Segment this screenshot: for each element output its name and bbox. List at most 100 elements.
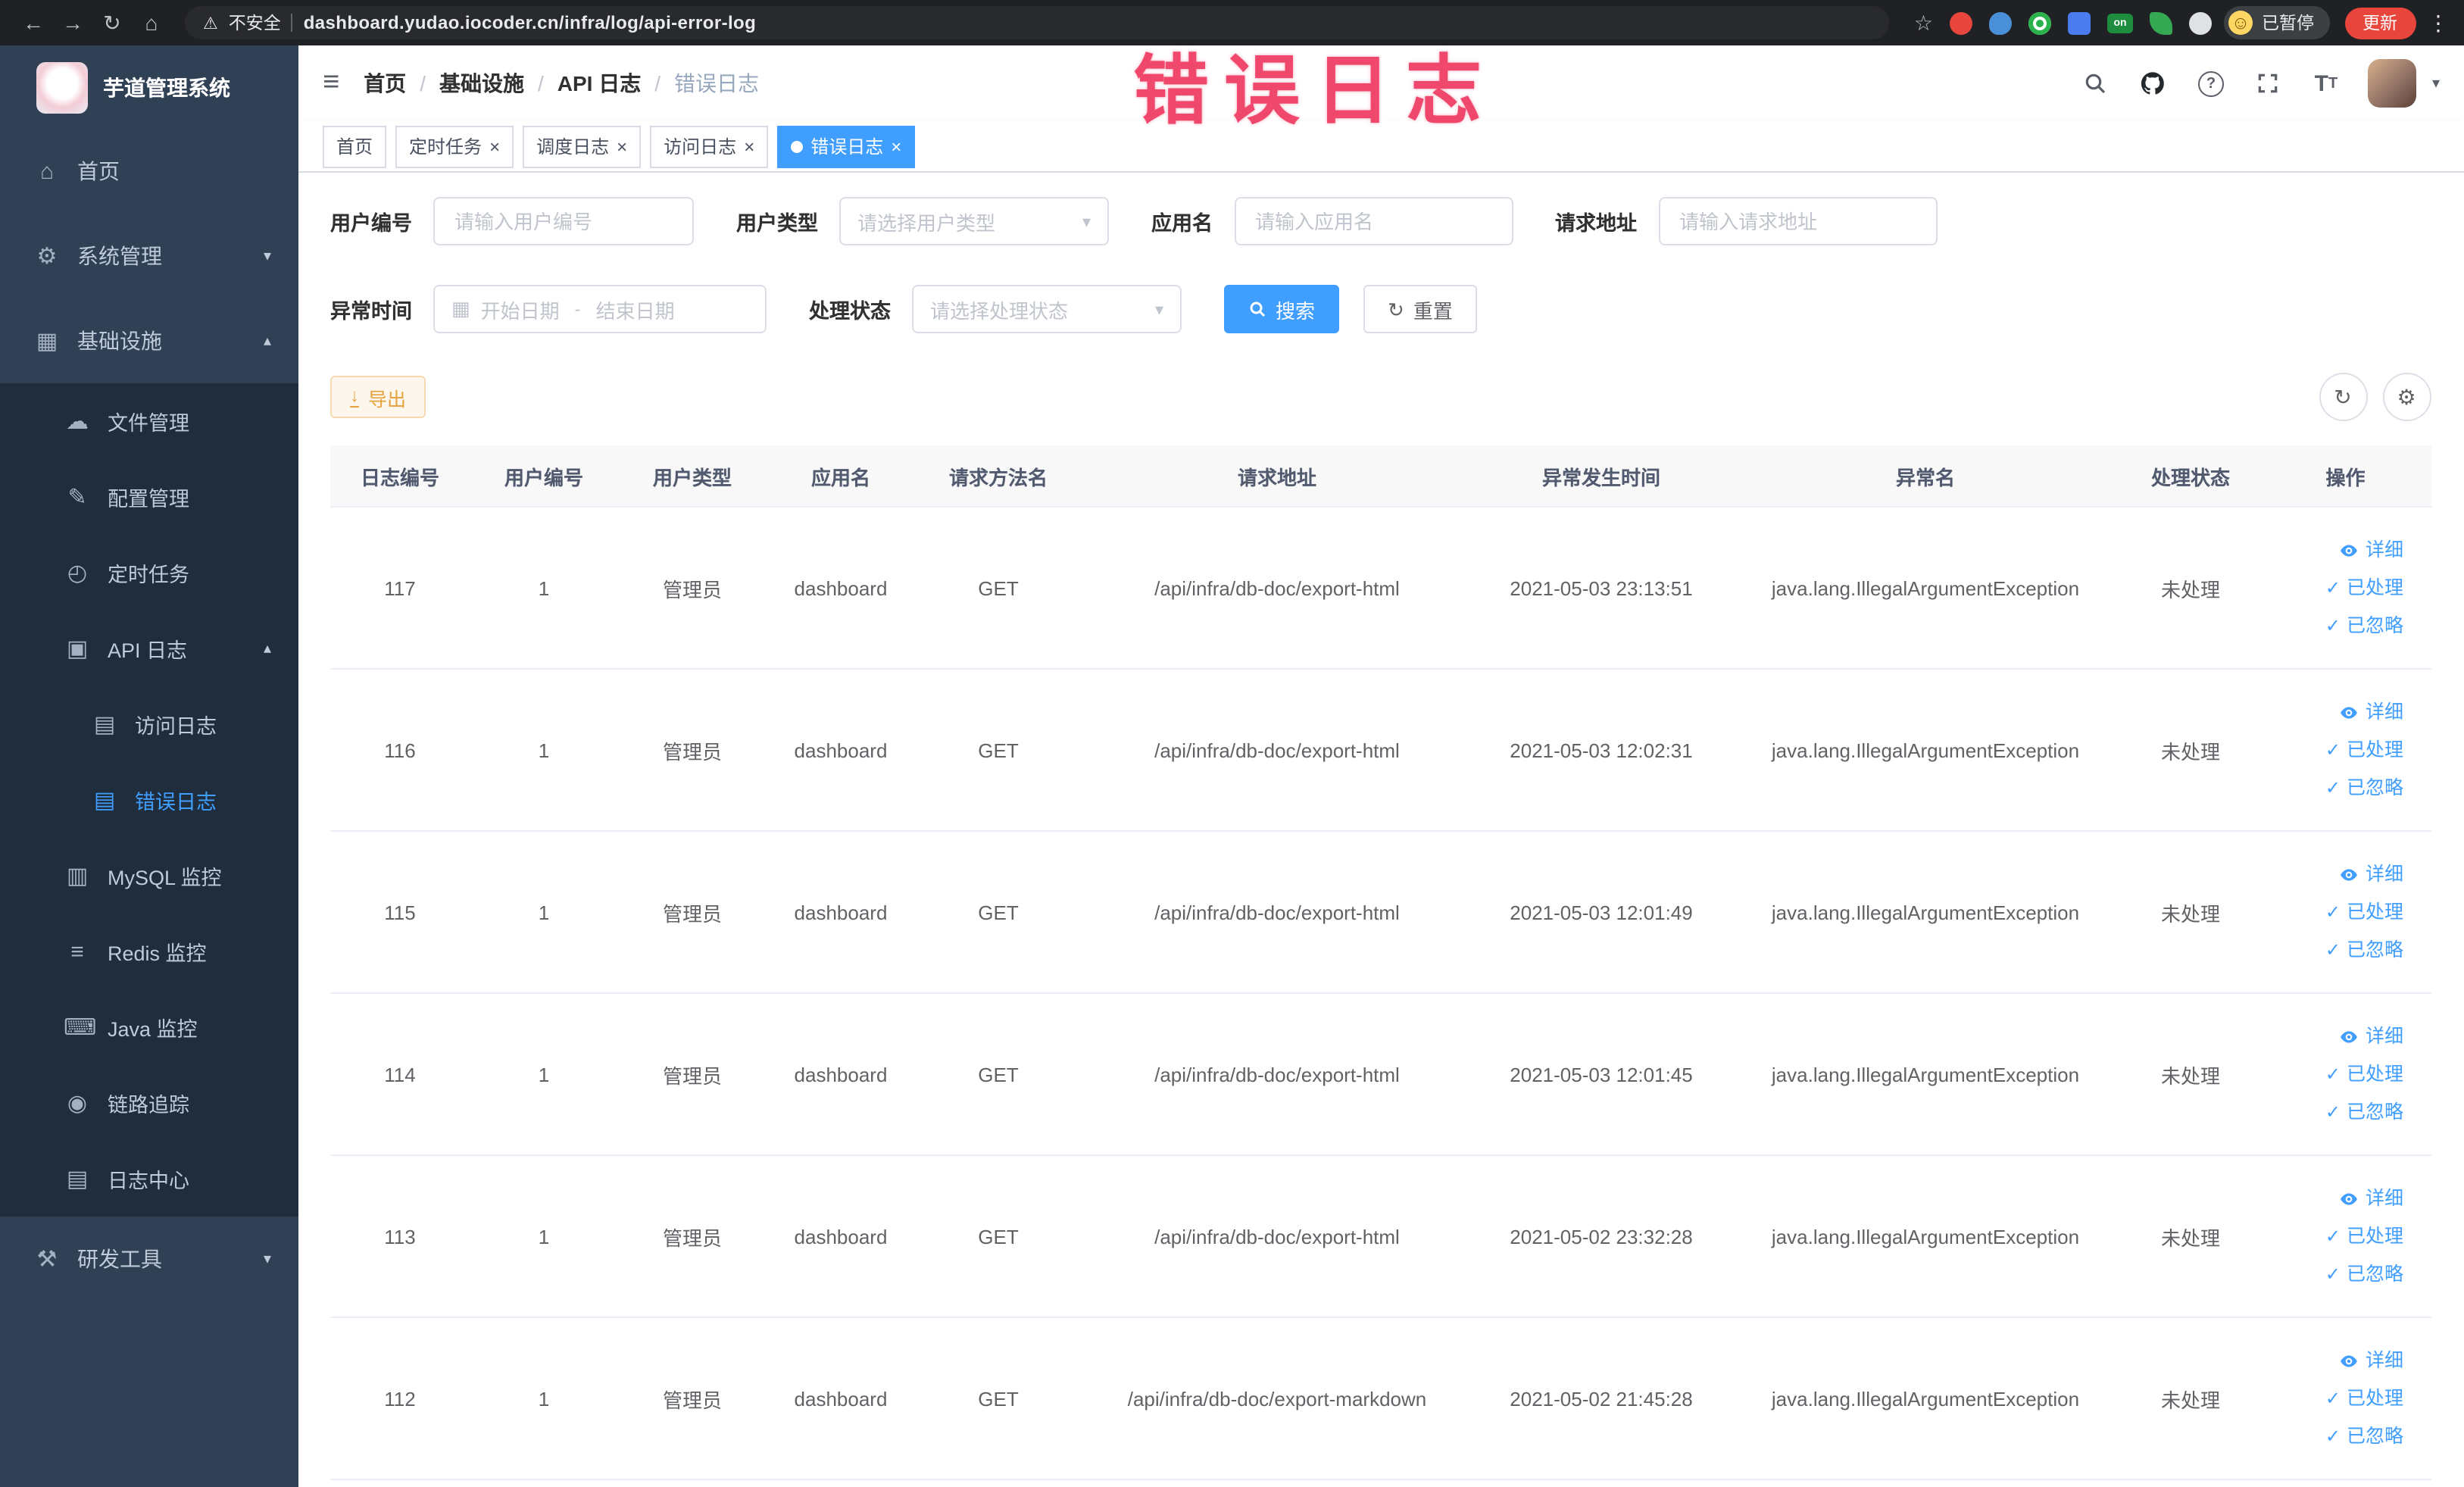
sidebar-item-scheduled-tasks[interactable]: ◴ 定时任务: [0, 535, 298, 611]
url-text[interactable]: dashboard.yudao.iocoder.cn/infra/log/api…: [304, 12, 756, 33]
close-icon[interactable]: ×: [744, 137, 754, 155]
mark-processed-link[interactable]: ✓ 已处理: [2269, 1379, 2403, 1417]
mark-processed-link[interactable]: ✓ 已处理: [2269, 1217, 2403, 1255]
detail-link[interactable]: 详细: [2269, 693, 2403, 731]
tag-home[interactable]: 首页: [323, 125, 387, 167]
sidebar-item-dev-tools[interactable]: ⚒ 研发工具 ▾: [0, 1217, 298, 1301]
mark-processed-link[interactable]: ✓ 已处理: [2269, 1055, 2403, 1093]
font-size-icon[interactable]: TT: [2311, 68, 2341, 98]
extension-icon[interactable]: [1950, 11, 1972, 34]
cell-exception-time: 2021-05-03 12:01:49: [1472, 831, 1730, 994]
reload-icon[interactable]: ↻: [94, 5, 130, 41]
sidebar-item-api-log[interactable]: ▣ API 日志 ▴: [0, 611, 298, 686]
mark-ignored-link[interactable]: ✓ 已忽略: [2269, 1417, 2403, 1455]
process-status-select[interactable]: 请选择处理状态 ▾: [912, 285, 1182, 333]
search-icon[interactable]: [2081, 68, 2111, 98]
kebab-menu-icon[interactable]: ⋮: [2428, 10, 2449, 36]
security-label[interactable]: 不安全: [229, 11, 281, 35]
sidebar-item-log-center[interactable]: ▤ 日志中心: [0, 1141, 298, 1217]
address-bar[interactable]: ⚠ 不安全 dashboard.yudao.iocoder.cn/infra/l…: [185, 6, 1890, 39]
breadcrumb-item[interactable]: 首页: [364, 68, 406, 98]
update-button[interactable]: 更新: [2344, 7, 2416, 39]
sidebar-item-label: 日志中心: [108, 1170, 189, 1192]
detail-link[interactable]: 详细: [2269, 1017, 2403, 1055]
mark-processed-link[interactable]: ✓ 已处理: [2269, 569, 2403, 607]
cell-user-type: 管理员: [618, 993, 767, 1156]
refresh-table-button[interactable]: ↻: [2319, 373, 2367, 421]
action-label: 详细: [2365, 701, 2403, 722]
forward-icon[interactable]: →: [55, 5, 91, 41]
tag-schedule-log[interactable]: 调度日志 ×: [523, 125, 642, 167]
sidebar-item-infrastructure[interactable]: ▦ 基础设施 ▴: [0, 298, 298, 383]
tag-access-log[interactable]: 访问日志 ×: [650, 125, 769, 167]
extension-icon[interactable]: on: [2107, 13, 2133, 33]
cell-user-id: 1: [470, 1317, 618, 1480]
sidebar-item-mysql-monitor[interactable]: ▥ MySQL 监控: [0, 838, 298, 914]
tag-error-log[interactable]: 错误日志 ×: [777, 125, 916, 167]
search-button[interactable]: 搜索: [1224, 285, 1340, 333]
github-icon[interactable]: [2138, 68, 2169, 98]
cell-actions: 详细 ✓ 已处理 ✓ 已忽略: [2260, 1155, 2431, 1318]
sidebar-item-system-management[interactable]: ⚙ 系统管理 ▾: [0, 214, 298, 298]
avatar-caret-icon[interactable]: ▾: [2432, 75, 2440, 92]
home-icon[interactable]: ⌂: [133, 5, 170, 41]
sidebar-item-home[interactable]: ⌂ 首页: [0, 129, 298, 214]
detail-link[interactable]: 详细: [2269, 855, 2403, 893]
app-name-input[interactable]: [1252, 208, 1494, 234]
close-icon[interactable]: ×: [489, 137, 500, 155]
bookmark-star-icon[interactable]: ☆: [1914, 10, 1933, 36]
hamburger-icon[interactable]: ≡: [323, 67, 339, 100]
sidebar-item-config-management[interactable]: ✎ 配置管理: [0, 459, 298, 535]
select-placeholder: 请选择处理状态: [930, 299, 1069, 322]
breadcrumb-item[interactable]: 基础设施: [439, 68, 524, 98]
sidebar-item-file-management[interactable]: ☁ 文件管理: [0, 383, 298, 459]
column-settings-button[interactable]: ⚙: [2382, 373, 2431, 421]
user-avatar[interactable]: [2368, 59, 2417, 108]
sidebar-item-redis-monitor[interactable]: ≡ Redis 监控: [0, 914, 298, 989]
tag-scheduled-tasks[interactable]: 定时任务 ×: [395, 125, 514, 167]
filter-label: 用户编号: [330, 212, 412, 235]
date-range-picker[interactable]: ▦ 开始日期 - 结束日期: [433, 285, 767, 333]
filter-label: 处理状态: [809, 300, 891, 323]
detail-link[interactable]: 详细: [2269, 1179, 2403, 1217]
mark-ignored-link[interactable]: ✓ 已忽略: [2269, 931, 2403, 969]
mark-processed-link[interactable]: ✓ 已处理: [2269, 731, 2403, 769]
help-icon[interactable]: ?: [2196, 68, 2226, 98]
request-url-input[interactable]: [1676, 208, 1919, 234]
chevron-down-icon: ▾: [1082, 213, 1091, 231]
sidebar-item-java-monitor[interactable]: ⌨ Java 监控: [0, 989, 298, 1065]
sidebar-item-access-log[interactable]: ▤ 访问日志: [0, 686, 298, 762]
user-type-select[interactable]: 请选择用户类型 ▾: [839, 197, 1109, 245]
layers-icon: ≡: [70, 939, 84, 964]
filter-user-id: 用户编号: [330, 197, 694, 245]
sidebar-item-error-log[interactable]: ▤ 错误日志: [0, 762, 298, 838]
cell-exception-time: 2021-05-03 23:13:51: [1472, 507, 1730, 670]
mark-processed-link[interactable]: ✓ 已处理: [2269, 893, 2403, 931]
mark-ignored-link[interactable]: ✓ 已忽略: [2269, 769, 2403, 807]
extension-icon[interactable]: [2150, 11, 2172, 34]
extension-icon[interactable]: [1989, 11, 2012, 34]
profile-chip[interactable]: ☺ 已暂停: [2224, 6, 2329, 39]
user-id-input[interactable]: [451, 208, 676, 234]
detail-link[interactable]: 详细: [2269, 1342, 2403, 1379]
sidebar-item-trace[interactable]: ◉ 链路追踪: [0, 1065, 298, 1141]
close-icon[interactable]: ×: [891, 137, 901, 155]
mark-ignored-link[interactable]: ✓ 已忽略: [2269, 607, 2403, 645]
breadcrumb-item[interactable]: API 日志: [557, 68, 641, 98]
refresh-icon: ↻: [1388, 298, 1404, 320]
fullscreen-icon[interactable]: [2253, 68, 2284, 98]
close-icon[interactable]: ×: [617, 137, 627, 155]
extension-icon[interactable]: [2068, 11, 2091, 34]
extension-icon[interactable]: [2028, 11, 2051, 34]
app-logo[interactable]: 芋道管理系统: [0, 45, 298, 129]
mark-ignored-link[interactable]: ✓ 已忽略: [2269, 1255, 2403, 1293]
extension-icon[interactable]: [2189, 11, 2212, 34]
cell-method: GET: [915, 1155, 1082, 1318]
reset-button[interactable]: ↻ 重置: [1363, 285, 1477, 333]
export-button[interactable]: ↓ 导出: [330, 376, 426, 418]
detail-link[interactable]: 详细: [2269, 531, 2403, 569]
mark-ignored-link[interactable]: ✓ 已忽略: [2269, 1093, 2403, 1131]
end-date-placeholder: 结束日期: [595, 299, 675, 322]
back-icon[interactable]: ←: [15, 5, 52, 41]
cell-user-id: 1: [470, 993, 618, 1156]
